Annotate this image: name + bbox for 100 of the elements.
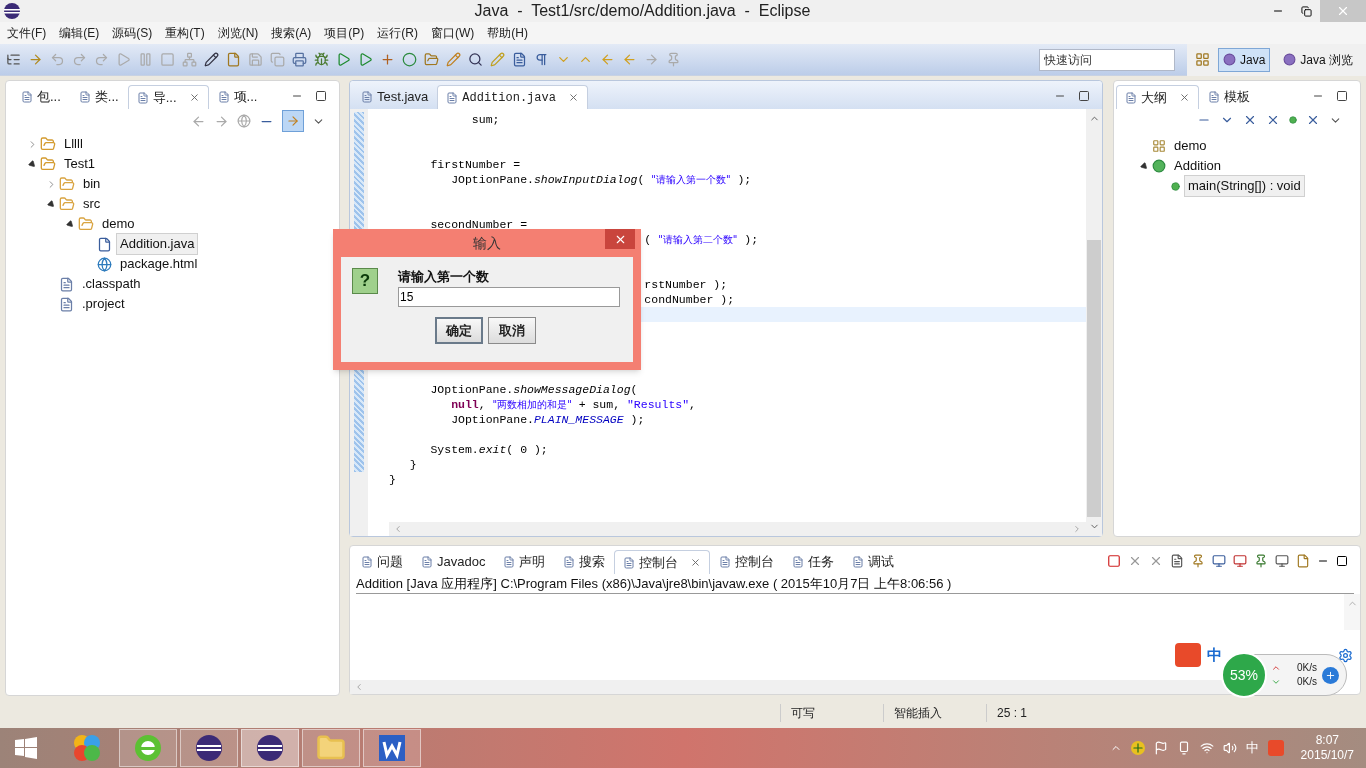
add-button[interactable] (1322, 666, 1339, 684)
vertical-scrollbar[interactable] (1086, 109, 1102, 536)
play-icon[interactable] (358, 52, 373, 67)
play-icon[interactable] (336, 52, 351, 67)
document-icon[interactable] (512, 52, 527, 67)
panel-tab[interactable]: 控制台 (710, 550, 784, 574)
expanded-arrow-icon[interactable] (65, 219, 75, 229)
remove-all-icon[interactable] (1149, 554, 1163, 568)
taskbar-app-button[interactable] (241, 729, 299, 767)
remove-icon[interactable] (1128, 554, 1142, 568)
pin-icon[interactable] (1254, 554, 1268, 568)
save-icon[interactable] (248, 52, 263, 67)
dialog-button[interactable]: 取消 (488, 317, 536, 344)
tree-item[interactable]: src (79, 193, 105, 215)
tree-item[interactable]: Addition.java (116, 233, 199, 255)
menu-item[interactable]: 运行(R) (377, 24, 418, 42)
menu-item[interactable]: 源码(S) (112, 24, 153, 42)
menu-item[interactable]: 文件(F) (7, 24, 47, 42)
brush-icon[interactable] (446, 52, 461, 67)
tree-item[interactable]: demo (1170, 135, 1211, 157)
dialog-button[interactable]: 确定 (435, 317, 483, 344)
close-icon[interactable] (188, 92, 200, 103)
maximize-icon[interactable] (1078, 90, 1090, 102)
menu-item[interactable]: 项目(P) (324, 24, 365, 42)
pilcrow-icon[interactable] (534, 52, 549, 67)
arrow-icon[interactable] (28, 52, 43, 67)
clear-icon[interactable] (1170, 554, 1184, 568)
tree-item[interactable]: Lllll (60, 133, 87, 155)
scroll-left-icon[interactable] (354, 682, 364, 692)
menu-item[interactable]: 重构(T) (165, 24, 205, 42)
perspective-button[interactable]: Java (1217, 47, 1271, 72)
panel-tab[interactable]: Test.java (352, 85, 438, 109)
redo-icon[interactable] (72, 52, 87, 67)
panel-tab[interactable]: 大纲 (1116, 85, 1199, 109)
panel-tab[interactable]: 声明 (494, 550, 555, 574)
display-icon[interactable] (1275, 554, 1289, 568)
close-button[interactable] (605, 229, 635, 249)
scroll-left-icon[interactable] (393, 524, 403, 534)
pause-icon[interactable] (138, 52, 153, 67)
menu-item[interactable]: 窗口(W) (431, 24, 475, 42)
close-icon[interactable] (567, 92, 579, 103)
back-icon[interactable] (622, 52, 637, 67)
menu-item[interactable]: 搜索(A) (271, 24, 312, 42)
circle-icon[interactable] (402, 52, 417, 67)
plus-icon[interactable] (1130, 741, 1145, 755)
forward-icon[interactable] (214, 113, 229, 129)
hide-local-icon[interactable] (1306, 113, 1320, 127)
menu-item[interactable]: 浏览(N) (217, 24, 259, 42)
new-console-icon[interactable] (1296, 554, 1310, 568)
expanded-arrow-icon[interactable] (46, 199, 56, 209)
panel-tab[interactable]: 项... (208, 85, 267, 109)
panel-tab[interactable]: 调试 (843, 550, 904, 574)
plus-icon[interactable] (380, 52, 395, 67)
menu-item[interactable]: 帮助(H) (487, 24, 528, 42)
tree-item[interactable]: main(String[]) : void (1184, 175, 1305, 197)
maximize-icon[interactable] (1336, 90, 1348, 102)
tree-item[interactable]: Addition (1170, 155, 1225, 177)
tree-item[interactable]: package.html (116, 253, 202, 275)
maximize-icon[interactable] (1336, 555, 1348, 567)
stop-icon[interactable] (1107, 554, 1121, 568)
expanded-arrow-icon[interactable] (27, 159, 37, 169)
panel-tab[interactable]: 模板 (1199, 85, 1259, 109)
globe-icon[interactable] (237, 114, 251, 128)
console-icon[interactable] (1233, 554, 1247, 568)
back-icon[interactable] (600, 52, 615, 67)
tree-item[interactable]: .classpath (78, 273, 145, 295)
signal-icon[interactable] (1199, 741, 1214, 755)
panel-tab[interactable]: 任务 (783, 550, 844, 574)
quick-access-field[interactable]: 快速访问 (1038, 48, 1175, 71)
scrollbar-thumb[interactable] (1087, 240, 1101, 517)
panel-tab[interactable]: 问题 (352, 550, 412, 574)
panel-tab[interactable]: 包... (12, 85, 70, 109)
taskbar-app-button[interactable] (363, 729, 421, 767)
expanded-arrow-icon[interactable] (1139, 161, 1149, 171)
horizontal-scrollbar[interactable] (389, 522, 1086, 536)
pin-icon[interactable] (666, 52, 681, 67)
tree-item[interactable]: demo (98, 213, 139, 235)
search-icon[interactable] (468, 52, 483, 67)
resume-icon[interactable] (116, 52, 131, 67)
ime-mode[interactable]: 中 (1207, 643, 1222, 667)
console-icon[interactable] (1212, 554, 1226, 568)
folder-icon[interactable] (424, 52, 439, 67)
panel-tab[interactable]: 类... (69, 85, 128, 109)
volume-icon[interactable] (1222, 741, 1237, 755)
hide-fields-icon[interactable] (1243, 113, 1257, 127)
maximize-icon[interactable] (315, 90, 327, 102)
tree-item[interactable]: .project (78, 293, 129, 315)
highlighter-icon[interactable] (490, 52, 505, 67)
step-icon[interactable] (94, 52, 109, 67)
taskbar-app-button[interactable] (180, 729, 238, 767)
close-icon[interactable] (1179, 92, 1190, 103)
open-perspective-icon[interactable] (1194, 52, 1210, 67)
panel-tab[interactable]: Addition.java (437, 85, 588, 109)
panel-tab[interactable]: Javadoc (412, 550, 495, 574)
panel-tab[interactable]: 搜索 (554, 550, 615, 574)
forward-icon[interactable] (644, 52, 659, 67)
link-editor-button[interactable] (282, 110, 304, 132)
back-icon[interactable] (191, 113, 206, 129)
menu-item[interactable]: 编辑(E) (59, 24, 100, 42)
dot-icon[interactable] (1289, 116, 1297, 124)
